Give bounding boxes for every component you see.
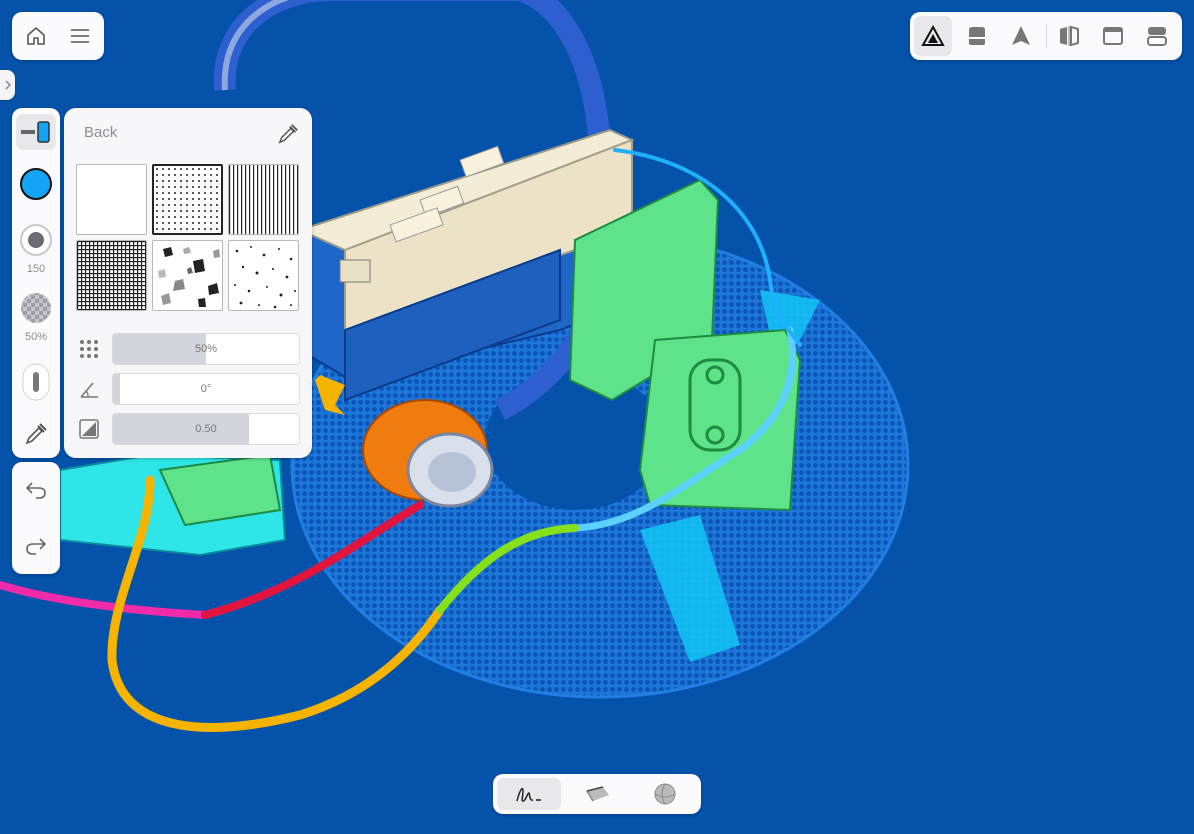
texture-solid-white[interactable]	[76, 164, 147, 235]
shaded-view-icon	[921, 24, 945, 46]
shaded-view-button[interactable]	[914, 16, 952, 56]
freehand-draw-button[interactable]	[497, 778, 561, 810]
flat-view-button[interactable]	[1002, 16, 1040, 56]
brush-preview-icon	[21, 121, 50, 143]
sidebar-expand-tab[interactable]	[0, 70, 15, 100]
redo-button[interactable]	[16, 528, 56, 564]
density-slider[interactable]: 50%	[112, 333, 300, 365]
drawing-mode-toolbar	[493, 774, 701, 814]
home-menu-panel	[12, 12, 104, 60]
home-icon	[27, 27, 45, 45]
sphere-tool-button[interactable]	[633, 778, 697, 810]
sphere-icon	[654, 783, 676, 805]
pencil-tool-icon	[22, 363, 50, 401]
hamburger-menu-icon	[71, 29, 89, 43]
contrast-slider-row: 0.50	[78, 413, 300, 445]
contrast-slider[interactable]: 0.50	[112, 413, 300, 445]
view-toolbar	[910, 12, 1182, 60]
undo-button[interactable]	[16, 472, 56, 508]
back-button[interactable]: Back	[84, 124, 117, 141]
eyedropper-button[interactable]	[16, 416, 56, 452]
silhouette-view-icon	[969, 27, 985, 45]
angle-icon	[80, 382, 98, 398]
opacity-button[interactable]	[16, 288, 56, 328]
texture-fine-dots[interactable]	[152, 164, 223, 235]
redo-icon	[26, 538, 47, 555]
angle-slider[interactable]: 0°	[112, 373, 300, 405]
brush-size-value: 150	[26, 263, 46, 275]
freehand-draw-icon	[516, 788, 541, 802]
opacity-value: 50%	[24, 331, 48, 343]
brush-size-button[interactable]	[16, 220, 56, 260]
split-view-button[interactable]	[1050, 16, 1088, 56]
eyedropper-icon	[278, 124, 298, 144]
home-button[interactable]	[22, 22, 50, 50]
stacked-layout-button[interactable]	[1138, 16, 1176, 56]
brush-tools-panel: 150 50%	[12, 108, 60, 458]
split-view-icon	[1060, 25, 1079, 47]
flat-view-icon	[1012, 26, 1030, 45]
texture-vertical-lines[interactable]	[228, 164, 299, 235]
color-swatch-icon	[20, 168, 52, 200]
menu-button[interactable]	[66, 22, 94, 50]
history-panel	[12, 462, 60, 574]
eraser-tool-icon	[586, 786, 609, 802]
texture-grid	[76, 164, 300, 312]
window-frame-icon	[1103, 27, 1123, 45]
texture-picker-panel: Back 50% 0° 0.50	[64, 108, 312, 458]
contrast-icon	[79, 419, 99, 439]
brush-size-icon	[20, 224, 52, 256]
eraser-tool-button[interactable]	[565, 778, 629, 810]
brush-preview-button[interactable]	[16, 114, 56, 150]
texture-eyedropper-button[interactable]	[274, 120, 302, 148]
undo-icon	[25, 482, 46, 499]
opacity-checker-icon	[21, 293, 51, 323]
color-swatch-button[interactable]	[16, 164, 56, 204]
angle-slider-row: 0°	[78, 373, 300, 405]
stacked-layout-icon	[1147, 27, 1167, 46]
window-frame-button[interactable]	[1094, 16, 1132, 56]
density-dots-icon	[80, 340, 98, 358]
texture-random-specks[interactable]	[228, 240, 299, 311]
density-value: 50%	[194, 343, 218, 355]
chevron-right-icon	[4, 80, 11, 90]
texture-grid-mesh[interactable]	[76, 240, 147, 311]
angle-value: 0°	[200, 383, 212, 395]
eyedropper-icon	[25, 423, 47, 445]
density-slider-row: 50%	[78, 333, 300, 365]
contrast-value: 0.50	[195, 423, 217, 435]
pencil-tool-button[interactable]	[16, 360, 56, 404]
texture-terrazzo[interactable]	[152, 240, 223, 311]
silhouette-view-button[interactable]	[958, 16, 996, 56]
